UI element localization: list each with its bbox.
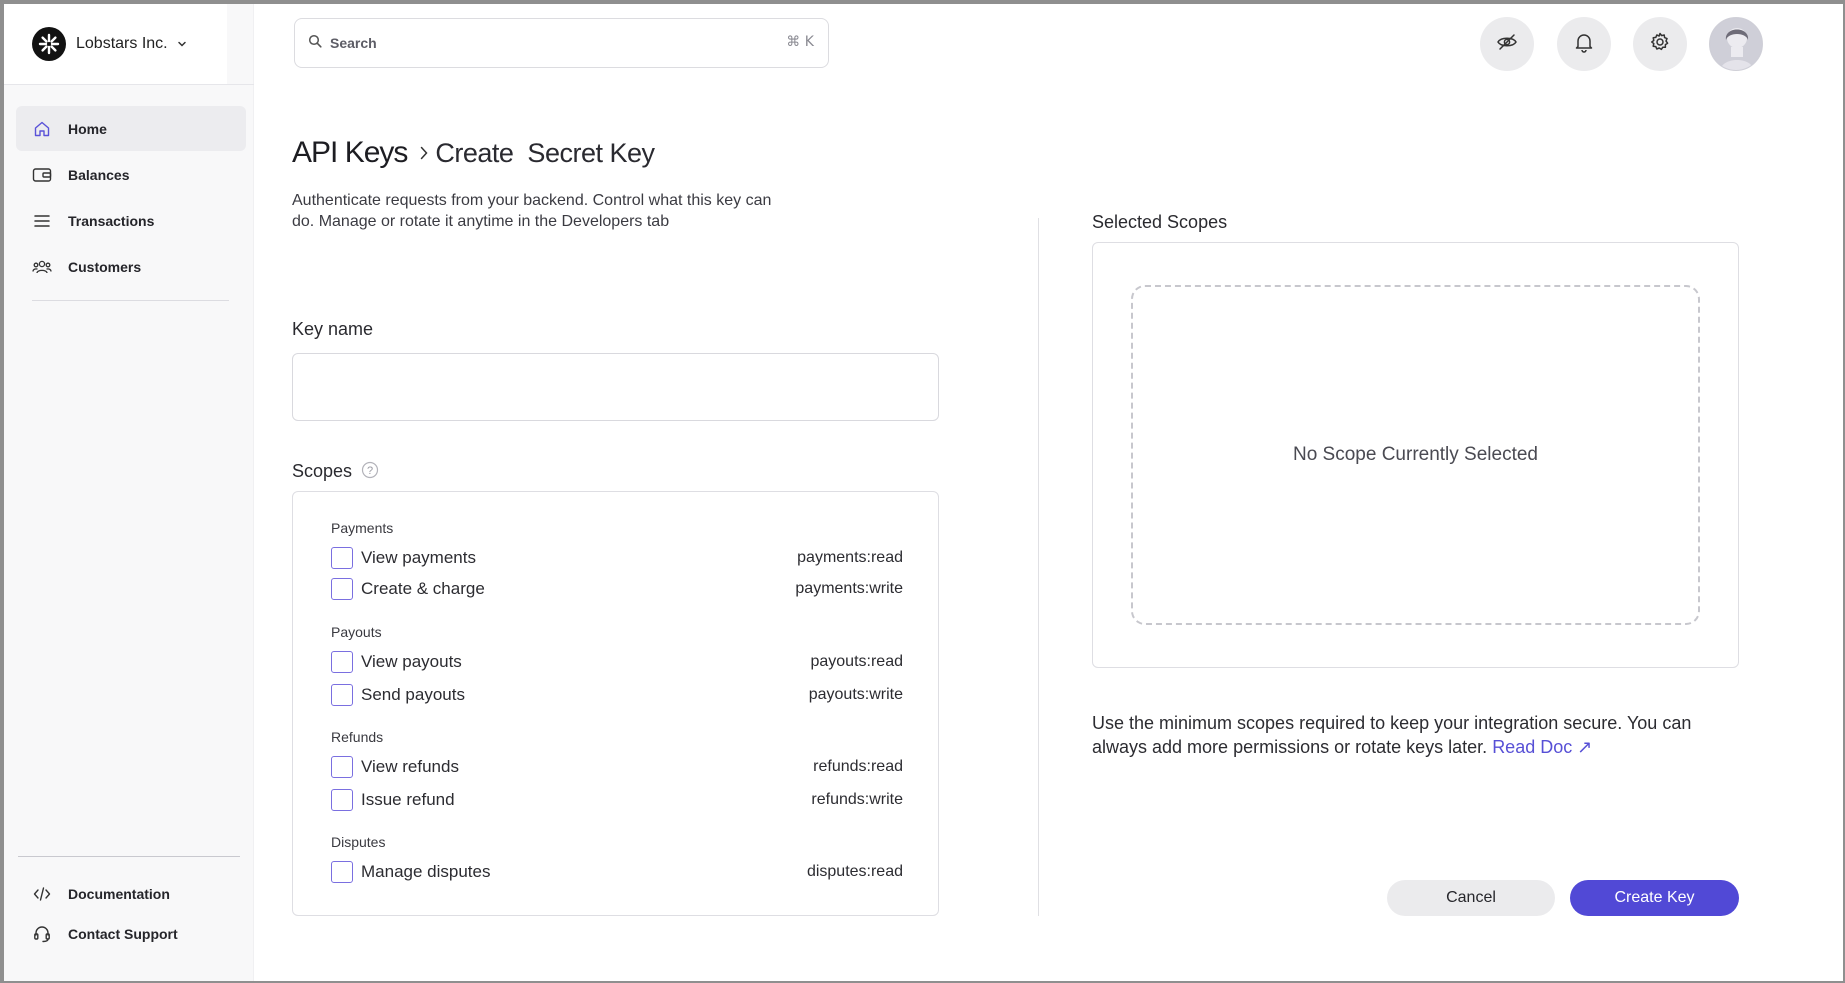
- scope-label: View refunds: [361, 757, 459, 776]
- scope-label: Send payouts: [361, 685, 465, 704]
- sidebar-item-home[interactable]: Home: [16, 106, 246, 151]
- sidebar-divider: [4, 84, 254, 85]
- page-description: Authenticate requests from your backend.…: [292, 192, 772, 230]
- scope-group-title: Disputes: [331, 834, 386, 850]
- key-name-label: Key name: [292, 319, 374, 339]
- scope-label: Manage disputes: [361, 862, 491, 881]
- selected-scopes-panel: No Scope Currently Selected: [1092, 242, 1739, 668]
- chevron-right-icon: [419, 145, 429, 161]
- scope-checkbox[interactable]: [331, 756, 353, 778]
- search-bar[interactable]: ⌘ K: [294, 18, 829, 68]
- search-shortcut: ⌘ K: [786, 34, 814, 50]
- svg-text:?: ?: [367, 465, 373, 477]
- sidebar-item-label: Documentation: [68, 885, 170, 902]
- scope-checkbox[interactable]: [331, 684, 353, 706]
- breadcrumb: API Keys Create Secret Key: [292, 136, 655, 170]
- key-name-input[interactable]: [292, 353, 939, 421]
- scope-code: payouts:read: [810, 653, 903, 670]
- scope-code: payments:write: [795, 580, 903, 597]
- read-doc-link[interactable]: Read Doc ↗: [1492, 737, 1592, 757]
- scope-code: refunds:read: [813, 758, 903, 775]
- sidebar-item-transactions[interactable]: Transactions: [16, 198, 246, 243]
- sidebar: Lobstars Inc. Home Balances Transactions: [4, 4, 254, 983]
- scope-refunds-write[interactable]: Issue refund refunds:write: [331, 788, 903, 812]
- scope-payouts-write[interactable]: Send payouts payouts:write: [331, 683, 903, 707]
- scope-code: payouts:write: [808, 686, 903, 703]
- page-title: Create Secret Key: [435, 137, 655, 168]
- nav-divider: [32, 300, 229, 301]
- breadcrumb-api-keys[interactable]: API Keys: [292, 136, 408, 170]
- cancel-button[interactable]: Cancel: [1387, 880, 1555, 916]
- users-icon: [32, 257, 52, 277]
- create-key-button[interactable]: Create Key: [1570, 880, 1739, 916]
- org-logo-icon: [32, 27, 66, 61]
- search-input[interactable]: [330, 35, 730, 51]
- scope-code: refunds:write: [811, 791, 903, 808]
- main-nav: Home Balances Transactions Customers: [16, 106, 246, 290]
- scope-payouts-read[interactable]: View payouts payouts:read: [331, 650, 903, 674]
- selected-scopes-title: Selected Scopes: [1092, 212, 1228, 232]
- scope-payments-write[interactable]: Create & charge payments:write: [331, 577, 903, 601]
- avatar[interactable]: [1709, 17, 1763, 71]
- column-divider: [1038, 218, 1039, 916]
- sidebar-item-balances[interactable]: Balances: [16, 152, 246, 197]
- scope-checkbox[interactable]: [331, 651, 353, 673]
- scope-label: Issue refund: [361, 790, 455, 809]
- scope-checkbox[interactable]: [331, 547, 353, 569]
- sidebar-item-contact-support[interactable]: Contact Support: [16, 914, 246, 953]
- list-icon: [32, 211, 52, 231]
- sidebar-item-label: Balances: [68, 166, 130, 183]
- sidebar-item-label: Customers: [68, 258, 142, 275]
- sidebar-item-customers[interactable]: Customers: [16, 244, 246, 289]
- scope-code: payments:read: [797, 549, 903, 566]
- scope-group-title: Payments: [331, 520, 394, 536]
- bottom-divider: [18, 856, 240, 857]
- scope-label: View payouts: [361, 652, 462, 671]
- scope-label: Create & charge: [361, 579, 485, 598]
- scope-disputes-read[interactable]: Manage disputes disputes:read: [331, 860, 903, 884]
- scope-checkbox[interactable]: [331, 861, 353, 883]
- home-icon: [32, 119, 52, 139]
- scope-group-title: Payouts: [331, 624, 382, 640]
- hide-balance-button[interactable]: [1480, 17, 1534, 71]
- sidebar-item-label: Contact Support: [68, 925, 178, 942]
- settings-button[interactable]: [1633, 17, 1687, 71]
- notifications-button[interactable]: [1557, 17, 1611, 71]
- headset-icon: [32, 924, 52, 944]
- sidebar-item-documentation[interactable]: Documentation: [16, 874, 246, 913]
- selected-scopes-dropzone: No Scope Currently Selected: [1131, 285, 1700, 625]
- scopes-label: Scopes: [292, 461, 353, 481]
- gear-icon: [1649, 31, 1671, 58]
- chevron-down-icon: [176, 38, 188, 50]
- scope-group-title: Refunds: [331, 729, 384, 745]
- wallet-icon: [32, 165, 52, 185]
- scope-label: View payments: [361, 548, 476, 567]
- scope-code: disputes:read: [806, 863, 903, 880]
- scope-payments-read[interactable]: View payments payments:read: [331, 546, 903, 570]
- code-icon: [32, 884, 52, 904]
- empty-state-text: No Scope Currently Selected: [1292, 444, 1538, 465]
- org-switcher[interactable]: Lobstars Inc.: [4, 4, 227, 84]
- scope-checkbox[interactable]: [331, 789, 353, 811]
- help-icon[interactable]: ?: [361, 461, 379, 484]
- scopes-panel: Payments View payments payments:read Cre…: [292, 491, 939, 916]
- search-icon: [308, 34, 322, 53]
- scope-checkbox[interactable]: [331, 578, 353, 600]
- sidebar-item-label: Home: [68, 120, 107, 137]
- scope-hint-text: Use the minimum scopes required to keep …: [1092, 713, 1692, 757]
- eye-off-icon: [1496, 31, 1518, 58]
- scope-refunds-read[interactable]: View refunds refunds:read: [331, 755, 903, 779]
- bell-icon: [1573, 31, 1595, 58]
- org-name: Lobstars Inc.: [76, 35, 168, 52]
- bottom-nav: Documentation Contact Support: [16, 874, 246, 954]
- scope-hint: Use the minimum scopes required to keep …: [1092, 711, 1712, 759]
- sidebar-item-label: Transactions: [68, 212, 155, 229]
